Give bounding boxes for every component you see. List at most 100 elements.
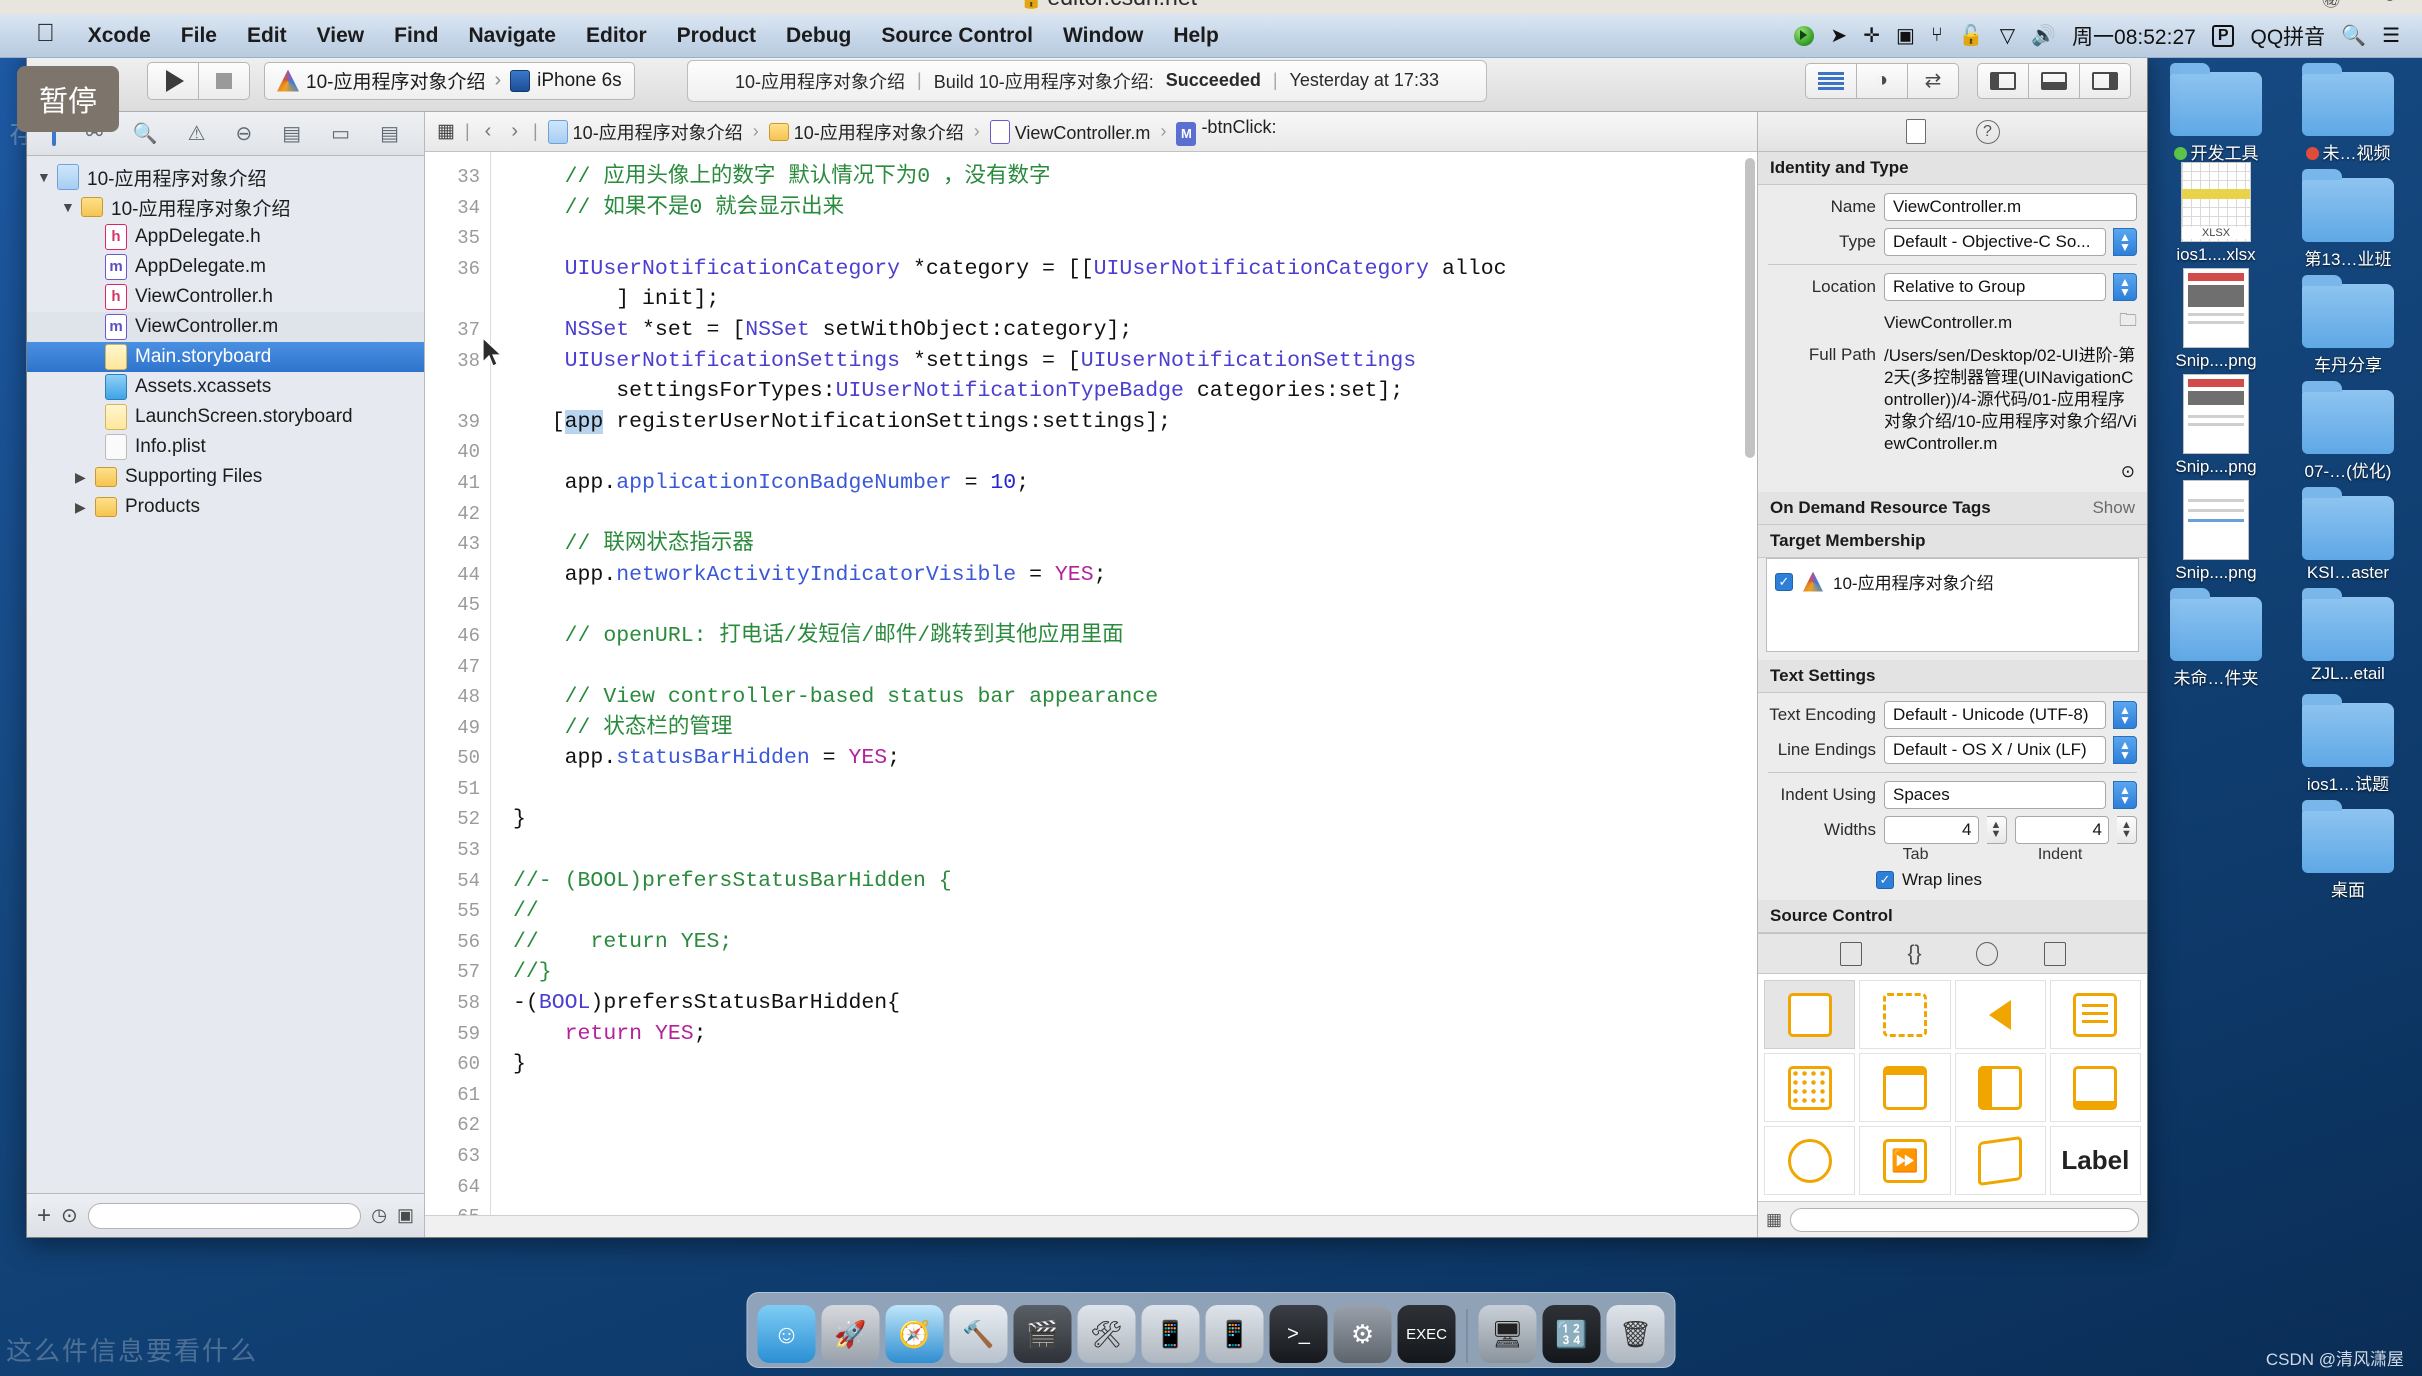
menu-item-product[interactable]: Product: [662, 22, 771, 50]
desktop-icon[interactable]: KSI…aster: [2286, 486, 2410, 583]
code-line[interactable]: [513, 1110, 1757, 1141]
library-item-view[interactable]: [1764, 980, 1856, 1049]
code-line[interactable]: // 如果不是0 就会显示出来: [513, 193, 1757, 224]
menu-item-view[interactable]: View: [302, 22, 379, 50]
version-editor-button[interactable]: ⇄: [1907, 62, 1959, 99]
forward-button[interactable]: ›: [506, 120, 523, 143]
code-line[interactable]: // View controller-based status bar appe…: [513, 682, 1757, 713]
desktop-icon[interactable]: Snip....png: [2154, 374, 2278, 482]
xcode-icon[interactable]: 🔨: [949, 1305, 1008, 1363]
settings-icon[interactable]: ⚙: [1333, 1305, 1392, 1363]
launchpad-icon[interactable]: 🚀: [821, 1305, 880, 1363]
location-icon[interactable]: ➤: [1830, 23, 1847, 48]
location-select[interactable]: Relative to Group: [1884, 273, 2106, 301]
desktop-icon[interactable]: 第13…业班: [2286, 168, 2410, 270]
library-item-box[interactable]: [1954, 1126, 2046, 1195]
reveal-in-finder-icon[interactable]: ⊙: [1768, 462, 2137, 482]
type-select[interactable]: Default - Objective-C So...: [1884, 228, 2106, 256]
tab-width-stepper[interactable]: ▲ ▼: [1986, 816, 2007, 844]
test-navigator-tab[interactable]: ⊖: [236, 121, 253, 146]
object-library-tab[interactable]: [1975, 941, 1998, 966]
code-line[interactable]: // openURL: 打电话/发短信/邮件/跳转到其他应用里面: [513, 621, 1757, 652]
file-template-library-tab[interactable]: [1839, 941, 1862, 966]
code-line[interactable]: ] init];: [513, 284, 1757, 315]
standard-editor-button[interactable]: [1805, 62, 1857, 99]
code-line[interactable]: [513, 590, 1757, 621]
stop-button[interactable]: [198, 61, 250, 100]
tree-row-group[interactable]: ▼ 10-应用程序对象介绍: [27, 192, 424, 222]
calculator-icon[interactable]: 🔢: [1542, 1305, 1601, 1363]
code-line[interactable]: // 状态栏的管理: [513, 713, 1757, 744]
desktop-icon[interactable]: 桌面: [2286, 799, 2410, 901]
library-item-navigation-back[interactable]: [1954, 980, 2046, 1049]
library-item-container-view[interactable]: [1859, 980, 1951, 1049]
library-item-collection-view[interactable]: [1764, 1053, 1856, 1122]
breadcrumb-project[interactable]: 10-应用程序对象介绍: [547, 119, 743, 145]
back-button[interactable]: ‹: [480, 120, 497, 143]
code-area[interactable]: 33 34 35 36 37 38 39 40 41 42 43 44 45 46 47 48 49 50 51…: [425, 152, 1757, 1215]
tree-row-project[interactable]: ▼ 10-应用程序对象介绍: [27, 162, 424, 192]
desktop-icon[interactable]: Snip....png: [2154, 480, 2278, 583]
notification-center-icon[interactable]: ☰: [2382, 23, 2400, 48]
tree-row-group[interactable]: ▶ Products: [27, 492, 424, 522]
code-line[interactable]: // 联网状态指示器: [513, 529, 1757, 560]
search-icon[interactable]: 🔍: [2341, 23, 2366, 48]
code-line[interactable]: [513, 835, 1757, 866]
toggle-navigator-button[interactable]: [1977, 62, 2029, 99]
code-line[interactable]: [513, 1172, 1757, 1203]
source-code[interactable]: // 应用头像上的数字 默认情况下为0 ，没有数字 // 如果不是0 就会显示出…: [491, 152, 1757, 1215]
desktop-icon[interactable]: 未命…件夹: [2154, 587, 2278, 689]
desktop-icon[interactable]: 07-…(优化): [2286, 380, 2410, 482]
menu-item-debug[interactable]: Debug: [771, 22, 866, 50]
code-line[interactable]: //- (BOOL)prefersStatusBarHidden {: [513, 866, 1757, 897]
quicktime-icon[interactable]: 🎬: [1013, 1305, 1072, 1363]
symbol-navigator-tab[interactable]: 🔍: [133, 121, 158, 146]
tool-icon[interactable]: 🛠: [1077, 1305, 1136, 1363]
chevron-updown-icon[interactable]: ▲ ▼: [2113, 701, 2137, 729]
lock-icon[interactable]: 🔓: [1959, 23, 1984, 48]
chevron-updown-icon[interactable]: ▲ ▼: [2113, 273, 2137, 301]
library-item-player-view[interactable]: ⏩: [1859, 1126, 1951, 1195]
text-encoding-select[interactable]: Default - Unicode (UTF-8): [1884, 701, 2106, 729]
code-line[interactable]: [513, 499, 1757, 530]
code-line[interactable]: [513, 774, 1757, 805]
code-line[interactable]: // return YES;: [513, 927, 1757, 958]
library-item-toolbar[interactable]: [1859, 1053, 1951, 1122]
library-item-split-view[interactable]: [1954, 1053, 2046, 1122]
debug-navigator-tab[interactable]: ▤: [282, 121, 301, 146]
line-endings-select[interactable]: Default - OS X / Unix (LF): [1884, 736, 2106, 764]
tree-row-file[interactable]: LaunchScreen.storyboard: [27, 402, 424, 432]
code-line[interactable]: //}: [513, 957, 1757, 988]
library-item-image-view[interactable]: [1764, 1126, 1856, 1195]
menu-item-window[interactable]: Window: [1048, 22, 1158, 50]
odr-show-link[interactable]: Show: [2092, 498, 2135, 518]
media-library-tab[interactable]: [2043, 941, 2066, 966]
assistant-editor-button[interactable]: ◑: [1856, 62, 1908, 99]
checkbox-checked-icon[interactable]: ✓: [1775, 572, 1793, 591]
desktop-icon[interactable]: 开发工具: [2154, 62, 2278, 164]
menu-item-editor[interactable]: Editor: [571, 22, 662, 50]
checkbox-checked-icon[interactable]: ✓: [1876, 871, 1894, 889]
twisty-icon[interactable]: ▶: [75, 469, 95, 486]
tree-row-file[interactable]: Assets.xcassets: [27, 372, 424, 402]
quick-help-tab[interactable]: ?: [1975, 119, 2000, 144]
tab-width-input[interactable]: 4: [1884, 816, 1979, 844]
code-line[interactable]: [513, 223, 1757, 254]
desktop-icon[interactable]: ios1…试题: [2286, 693, 2410, 795]
apple-menu-icon[interactable]: : [26, 19, 73, 52]
code-line[interactable]: [513, 437, 1757, 468]
terminal-icon[interactable]: >_: [1269, 1305, 1328, 1363]
menu-item-edit[interactable]: Edit: [232, 22, 302, 50]
clock[interactable]: 周一08:52:27: [2072, 21, 2196, 51]
filter-nav-icon[interactable]: ⊙: [61, 1203, 78, 1228]
safari-icon[interactable]: 🧭: [885, 1305, 944, 1363]
wifi-icon[interactable]: ▽: [2000, 23, 2015, 48]
code-line[interactable]: UIUserNotificationCategory *category = […: [513, 254, 1757, 285]
code-line[interactable]: [513, 1141, 1757, 1172]
reload-icon[interactable]: ↻: [2382, 0, 2397, 7]
desktop-icon[interactable]: ios1....xlsx: [2154, 162, 2278, 270]
name-input[interactable]: ViewController.m: [1884, 193, 2137, 221]
tree-row-file[interactable]: h ViewController.h: [27, 282, 424, 312]
breadcrumb-method[interactable]: M -btnClick:: [1176, 117, 1276, 146]
desktop-icon[interactable]: Snip....png: [2154, 268, 2278, 376]
